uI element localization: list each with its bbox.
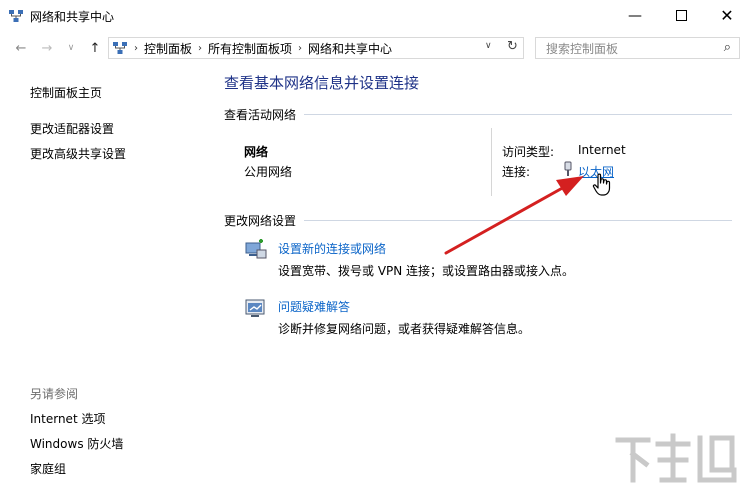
hand-cursor-icon	[592, 173, 611, 196]
access-type-label: 访问类型:	[502, 145, 555, 159]
forward-arrow-icon: →	[41, 40, 53, 56]
up-arrow-icon: ↑	[89, 40, 101, 56]
troubleshoot-link[interactable]: 问题疑难解答	[278, 298, 350, 315]
control-panel-icon	[113, 42, 127, 54]
breadcrumb-all-items[interactable]: 所有控制面板项	[208, 40, 292, 57]
breadcrumb-separator-icon: ›	[198, 42, 203, 54]
breadcrumb-separator-icon: ›	[298, 42, 303, 54]
troubleshoot-icon	[245, 299, 265, 317]
up-button[interactable]: ↑	[86, 39, 104, 57]
access-type-value: Internet	[578, 143, 626, 157]
address-dropdown-icon[interactable]: ∨	[485, 41, 492, 51]
address-bar: ← → ∨ ↑ › 控制面板 › 所有控制面板项 › 网络和共享中心 ∨ ↻ ⌕	[0, 31, 750, 65]
see-also-windows-firewall[interactable]: Windows 防火墙	[30, 435, 123, 452]
page-title: 查看基本网络信息并设置连接	[224, 74, 420, 92]
sidebar-home-link[interactable]: 控制面板主页	[30, 84, 102, 101]
breadcrumb-network-center[interactable]: 网络和共享中心	[308, 40, 392, 57]
recent-dropdown-button[interactable]: ∨	[62, 39, 80, 57]
troubleshoot-desc: 诊断并修复网络问题，或者获得疑难解答信息。	[278, 322, 531, 336]
setup-new-connection-desc: 设置宽带、拨号或 VPN 连接；或设置路由器或接入点。	[278, 264, 575, 278]
window-title: 网络和共享中心	[30, 10, 115, 24]
back-arrow-icon: ←	[15, 40, 27, 56]
site-watermark	[612, 430, 740, 492]
network-name: 网络	[244, 145, 269, 159]
search-icon[interactable]: ⌕	[724, 40, 731, 55]
ethernet-cable-icon	[564, 161, 572, 176]
active-networks-heading: 查看活动网络	[224, 108, 297, 122]
search-box: ⌕	[535, 37, 740, 59]
change-settings-heading: 更改网络设置	[224, 214, 297, 228]
maximize-button[interactable]	[658, 0, 704, 31]
forward-button[interactable]: →	[38, 39, 56, 57]
search-input[interactable]	[544, 39, 718, 59]
address-box[interactable]: › 控制面板 › 所有控制面板项 › 网络和共享中心 ∨ ↻	[108, 37, 524, 59]
new-connection-icon	[245, 239, 267, 259]
sidebar-item-advanced-sharing[interactable]: 更改高级共享设置	[30, 145, 126, 162]
chevron-down-icon: ∨	[67, 43, 75, 53]
section-divider	[304, 220, 732, 221]
refresh-icon[interactable]: ↻	[507, 39, 518, 54]
minimize-button[interactable]: —	[612, 0, 658, 31]
network-center-icon	[9, 10, 23, 22]
network-type: 公用网络	[244, 165, 293, 179]
close-icon: ✕	[720, 6, 734, 25]
setup-new-connection-link[interactable]: 设置新的连接或网络	[278, 240, 386, 257]
see-also-title: 另请参阅	[30, 387, 79, 401]
vertical-divider	[491, 128, 492, 196]
breadcrumb-control-panel[interactable]: 控制面板	[144, 40, 192, 57]
back-button[interactable]: ←	[12, 39, 30, 57]
title-bar: 网络和共享中心 — ✕	[0, 0, 750, 31]
connection-label: 连接:	[502, 165, 531, 179]
minimize-icon: —	[628, 7, 642, 24]
see-also-homegroup[interactable]: 家庭组	[30, 460, 66, 477]
watermark-logo	[615, 433, 737, 483]
maximize-icon	[675, 10, 687, 21]
section-divider	[304, 114, 732, 115]
see-also-internet-options[interactable]: Internet 选项	[30, 410, 105, 427]
sidebar-item-adapter-settings[interactable]: 更改适配器设置	[30, 120, 114, 137]
breadcrumb-separator-icon: ›	[134, 42, 138, 54]
close-button[interactable]: ✕	[704, 0, 750, 31]
